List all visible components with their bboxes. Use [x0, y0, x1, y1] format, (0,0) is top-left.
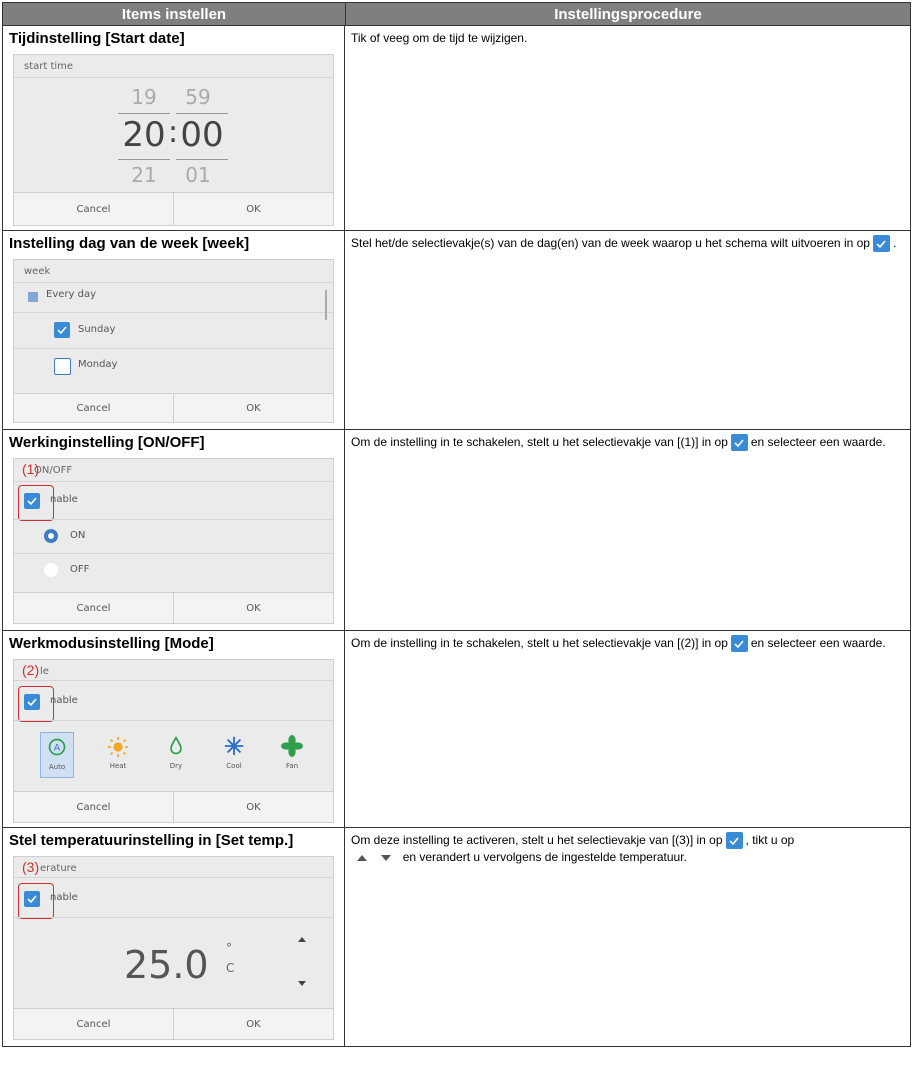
sunday-checkbox[interactable] [54, 322, 70, 338]
table-row: Werkmodusinstelling [Mode] le nable (2) … [3, 630, 910, 827]
row-description-end: en verandert u vervolgens de ingestelde … [402, 850, 687, 865]
sun-icon [107, 736, 129, 758]
cancel-button[interactable]: Cancel [14, 394, 174, 422]
enable-label: nable [50, 892, 78, 903]
off-radio[interactable] [44, 563, 58, 577]
temp-down-icon[interactable] [298, 981, 306, 986]
onoff-screenshot: ON/OFF nable (1) ON OFF Cancel OK [13, 458, 334, 624]
table-header: Items instellen Instellingsprocedure [3, 3, 910, 25]
snowflake-icon [224, 736, 244, 756]
next-hour: 21 [131, 163, 157, 187]
week-screenshot: week Every day Sunday Monday Cancel OK [13, 259, 334, 423]
monday-checkbox[interactable] [54, 358, 71, 375]
temp-screenshot: erature nable (3) 25.0 ° C Cancel OK [13, 856, 334, 1040]
every-day-checkbox[interactable] [28, 292, 38, 302]
table-row: Instelling dag van de week [week] week E… [3, 230, 910, 429]
mode-label: Dry [169, 762, 183, 770]
prev-hour: 19 [131, 85, 157, 109]
scrollbar[interactable] [325, 290, 327, 320]
checkbox-checked-icon [730, 635, 748, 653]
check-icon [57, 326, 67, 335]
arrow-down-icon [381, 855, 392, 862]
temp-unit: C [226, 961, 235, 975]
row-title: Instelling dag van de week [week] [9, 235, 250, 252]
picker-label: le [40, 666, 49, 677]
prev-minute: 59 [185, 85, 211, 109]
header-procedure: Instellingsprocedure [554, 5, 702, 23]
mode-screenshot: le nable (2) A Auto Heat Dry Cool Fan Ca… [13, 659, 334, 823]
row-description: Om de instelling in te schakelen, stelt … [351, 636, 728, 650]
mode-label: Fan [285, 762, 299, 770]
row-description-end: en selecteer een waarde. [750, 435, 886, 449]
table-row: Werkinginstelling [ON/OFF] ON/OFF nable … [3, 429, 910, 630]
table-row: Stel temperatuurinstelling in [Set temp.… [3, 827, 910, 1046]
row-title: Stel temperatuurinstelling in [Set temp.… [9, 832, 294, 849]
row-title: Tijdinstelling [Start date] [9, 30, 185, 47]
enable-label: nable [50, 695, 78, 706]
mode-fan[interactable]: Fan [276, 732, 308, 776]
marker-box [18, 686, 54, 722]
ok-button[interactable]: OK [174, 394, 333, 422]
hour-value[interactable]: 20 [118, 115, 170, 155]
off-label: OFF [70, 564, 90, 575]
row-title: Werkmodusinstelling [Mode] [9, 635, 214, 652]
ok-button[interactable]: OK [174, 792, 333, 822]
row-title: Werkinginstelling [ON/OFF] [9, 434, 205, 451]
every-day-label: Every day [46, 289, 96, 300]
temp-value: 25.0 [124, 943, 209, 987]
mode-label: Cool [226, 762, 242, 770]
arrow-up-icon [357, 855, 367, 862]
ok-button[interactable]: OK [174, 1009, 333, 1039]
table-row: Tijdinstelling [Start date] start time 1… [3, 25, 910, 230]
temp-up-icon[interactable] [298, 937, 306, 942]
cancel-button[interactable]: Cancel [14, 593, 174, 623]
svg-text:A: A [54, 742, 61, 753]
marker-label: (3) [22, 859, 40, 875]
marker-box [18, 883, 54, 919]
settings-table: Items instellen Instellingsprocedure Tij… [2, 2, 911, 1047]
mode-label: Heat [109, 762, 127, 770]
picker-label: erature [40, 863, 77, 874]
checkbox-checked-icon [725, 832, 743, 850]
droplet-icon [170, 736, 182, 755]
checkbox-checked-icon [872, 235, 890, 253]
sunday-label: Sunday [78, 324, 116, 335]
auto-icon: A [48, 738, 66, 756]
cancel-button[interactable]: Cancel [14, 792, 174, 822]
row-description-end: . [892, 236, 897, 250]
picker-label: start time [24, 61, 74, 72]
row-description: Tik of veeg om de tijd te wijzigen. [351, 31, 528, 45]
fan-icon [281, 735, 303, 757]
mode-heat[interactable]: Heat [102, 732, 134, 776]
mode-cool[interactable]: Cool [218, 732, 250, 776]
enable-label: nable [50, 494, 78, 505]
picker-label: ON/OFF [34, 465, 73, 476]
checkbox-checked-icon [730, 434, 748, 452]
ok-button[interactable]: OK [174, 593, 333, 623]
mode-label: Auto [48, 763, 66, 771]
row-description: Stel het/de selectievakje(s) van de dag(… [351, 236, 870, 250]
ok-button[interactable]: OK [174, 193, 333, 225]
picker-label: week [24, 266, 51, 277]
mode-auto[interactable]: A Auto [40, 732, 74, 778]
marker-label: (1) [22, 461, 40, 477]
mode-dry[interactable]: Dry [160, 732, 192, 776]
row-description: Om de instelling in te schakelen, stelt … [351, 435, 728, 449]
row-description: Om deze instelling te activeren, stelt u… [351, 833, 723, 847]
on-label: ON [70, 530, 86, 541]
time-picker-screenshot: start time 19 59 20 : 00 21 01 Cancel OK [13, 54, 334, 226]
row-description-mid: , tikt u op [745, 833, 795, 847]
on-radio[interactable] [44, 529, 58, 543]
degree-symbol: ° [226, 941, 232, 955]
marker-label: (2) [22, 662, 40, 678]
monday-label: Monday [78, 359, 118, 370]
minute-value[interactable]: 00 [176, 115, 228, 155]
marker-box [18, 485, 54, 521]
cancel-button[interactable]: Cancel [14, 193, 174, 225]
next-minute: 01 [185, 163, 211, 187]
row-description-end: en selecteer een waarde. [750, 636, 886, 650]
header-items: Items instellen [3, 3, 346, 25]
cancel-button[interactable]: Cancel [14, 1009, 174, 1039]
